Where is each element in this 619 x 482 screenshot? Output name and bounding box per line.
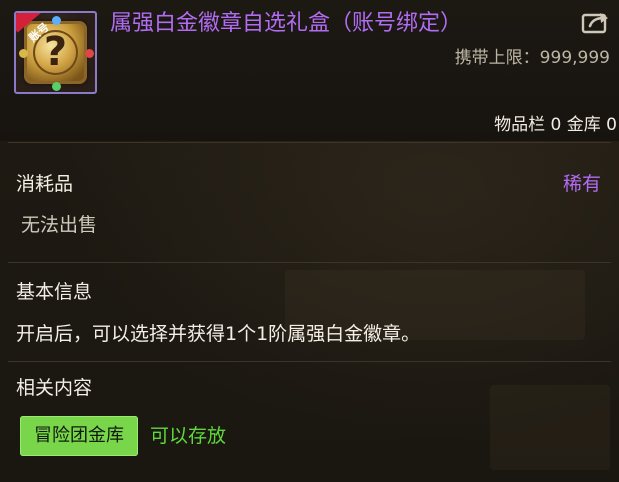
item-type-label: 消耗品	[16, 173, 74, 195]
item-icon: ? 账号	[14, 11, 97, 94]
gem-icon	[85, 49, 94, 58]
basic-info-title: 基本信息	[16, 281, 93, 303]
sell-restriction: 无法出售	[21, 214, 98, 236]
divider	[8, 142, 611, 143]
gem-icon	[52, 82, 61, 91]
divider	[8, 361, 611, 362]
item-description: 开启后，可以选择并获得1个1阶属强白金徽章。	[16, 323, 421, 345]
adventure-vault-tag: 冒险团金库	[20, 416, 138, 456]
rarity-label: 稀有	[562, 173, 601, 195]
inventory-storage-count: 物品栏 0 金库 0	[494, 115, 617, 135]
background-slot	[490, 385, 610, 470]
divider	[8, 262, 611, 263]
item-title: 属强白金徽章自选礼盒（账号绑定）	[110, 11, 463, 36]
item-tooltip: ? 账号 属强白金徽章自选礼盒（账号绑定） 携带上限：999,999 物品栏 0…	[0, 0, 619, 482]
carry-limit: 携带上限：999,999	[454, 48, 610, 68]
storable-note: 可以存放	[150, 425, 227, 447]
adventure-vault-label: 冒险团金库	[34, 425, 124, 446]
related-content-title: 相关内容	[16, 377, 93, 399]
share-icon[interactable]	[581, 10, 611, 34]
